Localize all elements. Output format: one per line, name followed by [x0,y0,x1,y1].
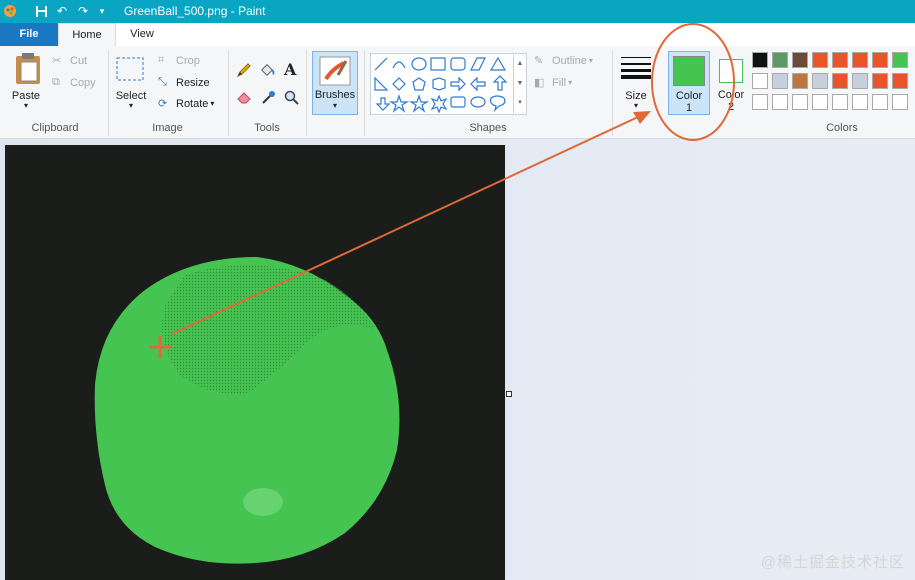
crosshair-icon [149,336,171,358]
highlight-circle [651,23,735,141]
annotation-overlay [149,23,735,358]
annotation-arrow-line [171,116,639,335]
watermark: @稀土掘金技术社区 [760,554,905,571]
